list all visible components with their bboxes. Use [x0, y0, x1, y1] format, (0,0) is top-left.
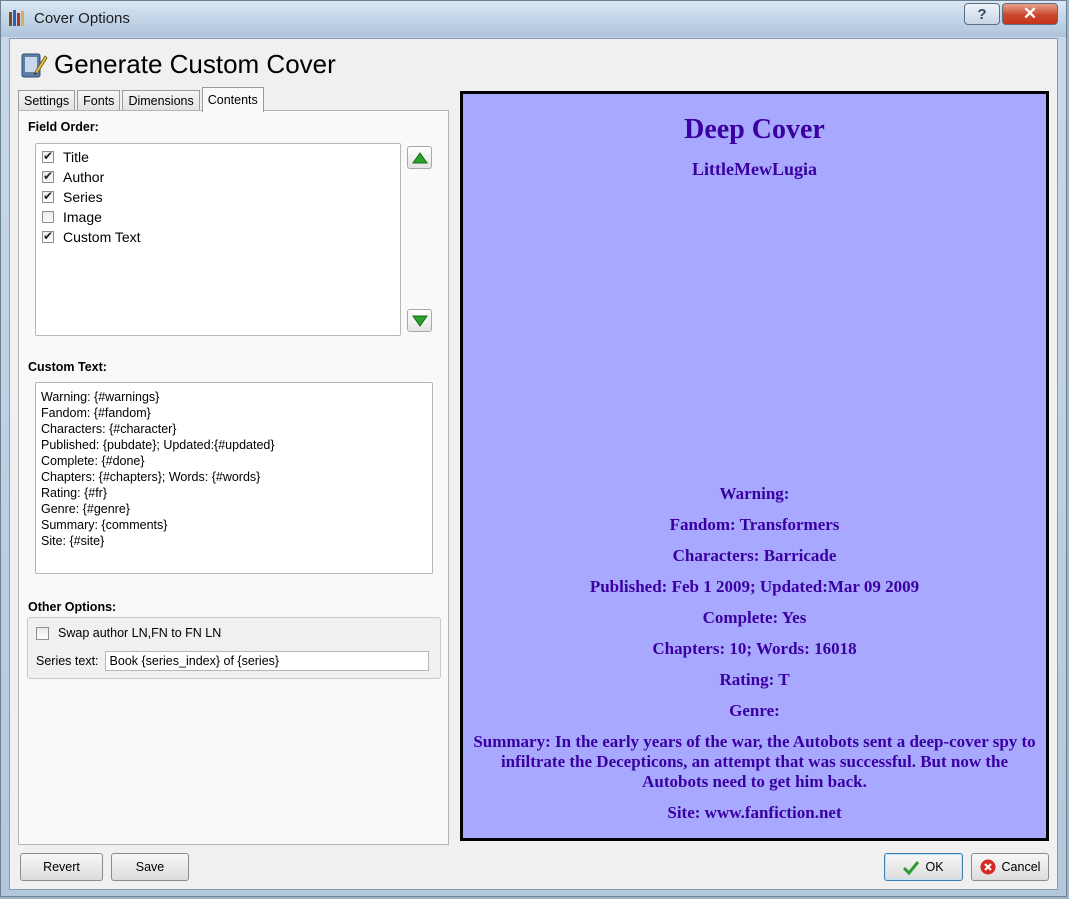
cancel-button[interactable]: Cancel: [971, 853, 1049, 881]
field-label: Author: [63, 169, 105, 185]
list-item[interactable]: Image: [36, 207, 400, 227]
arrow-down-icon: [411, 315, 428, 327]
checkmark-icon: [903, 861, 920, 875]
tab-contents[interactable]: Contents: [201, 87, 264, 112]
custom-text-line: Site: {#site}: [41, 534, 105, 548]
preview-line: Published: Feb 1 2009; Updated:Mar 09 20…: [589, 577, 920, 596]
custom-text-line: Fandom: {#fandom}: [41, 406, 151, 420]
preview-author: LittleMewLugia: [692, 159, 817, 179]
custom-text-line: Genre: {#genre}: [41, 502, 130, 516]
custom-text-editor[interactable]: Warning: {#warnings} Fandom: {#fandom} C…: [35, 382, 433, 574]
custom-text-line: Summary: {comments}: [41, 518, 168, 532]
preview-line: Rating: T: [719, 670, 790, 689]
move-down-button[interactable]: [407, 309, 432, 332]
series-text-label: Series text:: [36, 654, 99, 668]
preview-line: Characters: Barricade: [672, 546, 837, 565]
swap-author-checkbox[interactable]: [36, 626, 49, 640]
title-bar[interactable]: Cover Options ? ✕: [1, 1, 1066, 37]
page-title: Generate Custom Cover: [54, 49, 336, 79]
series-text-input[interactable]: Book {series_index} of {series}: [104, 651, 429, 671]
field-order-label: Field Order:: [28, 120, 99, 134]
save-button-label: Save: [135, 860, 165, 874]
help-button[interactable]: ?: [964, 3, 1000, 25]
custom-text-label: Custom Text:: [28, 360, 107, 374]
series-text-row: Series text: Book {series_index} of {ser…: [36, 651, 429, 671]
preview-line: Genre:: [729, 701, 780, 720]
tab-settings[interactable]: Settings: [18, 90, 76, 111]
ok-button[interactable]: OK: [884, 853, 963, 881]
custom-text-checkbox[interactable]: [42, 229, 54, 243]
custom-text-line: Chapters: {#chapters}; Words: {#words}: [41, 470, 261, 484]
list-item[interactable]: Custom Text: [36, 227, 400, 247]
custom-text-line: Warning: {#warnings}: [41, 390, 160, 404]
revert-button-label: Revert: [43, 860, 80, 874]
arrow-up-icon: [411, 151, 428, 163]
tab-dimensions[interactable]: Dimensions: [122, 90, 200, 111]
list-item[interactable]: Title: [36, 147, 400, 167]
custom-text-line: Published: {pubdate}; Updated:{#updated}: [41, 438, 275, 452]
cancel-icon: [980, 859, 996, 875]
other-options-group: Swap author LN,FN to FN LN Series text: …: [27, 617, 441, 679]
custom-text-line: Characters: {#character}: [41, 422, 177, 436]
cover-preview: Deep Cover LittleMewLugia Warning: Fando…: [460, 91, 1049, 841]
swap-author-label: Swap author LN,FN to FN LN: [58, 626, 222, 640]
title-checkbox[interactable]: [42, 149, 54, 163]
swap-author-option[interactable]: Swap author LN,FN to FN LN: [36, 626, 221, 640]
window-title: Cover Options: [34, 10, 130, 27]
other-options-label: Other Options:: [28, 600, 117, 614]
preview-line: Fandom: Transformers: [669, 515, 840, 534]
list-item[interactable]: Author: [36, 167, 400, 187]
preview-line: Warning:: [719, 484, 790, 503]
image-checkbox[interactable]: [42, 211, 54, 223]
cover-edit-icon: [21, 53, 48, 77]
save-button[interactable]: Save: [111, 853, 189, 881]
preview-line: Site: www.fanfiction.net: [667, 803, 842, 822]
library-books-icon: [9, 10, 24, 26]
cover-options-window: Cover Options ? ✕ Generate Custom Cover …: [0, 0, 1067, 897]
field-label: Custom Text: [63, 229, 141, 245]
series-checkbox[interactable]: [42, 189, 54, 203]
field-label: Image: [63, 209, 102, 225]
preview-line: Chapters: 10; Words: 16018: [652, 639, 857, 658]
custom-text-line: Rating: {#fr}: [41, 486, 108, 500]
close-window-button[interactable]: ✕: [1002, 3, 1058, 25]
dialog-heading: Generate Custom Cover: [20, 49, 336, 80]
move-up-button[interactable]: [407, 146, 432, 169]
ok-button-label: OK: [925, 860, 944, 874]
dialog-body: Generate Custom Cover Settings Fonts Dim…: [9, 38, 1058, 890]
preview-custom-text: Warning: Fandom: Transformers Characters…: [471, 484, 1038, 834]
field-label: Series: [63, 189, 103, 205]
list-item[interactable]: Series: [36, 187, 400, 207]
preview-title: Deep Cover: [684, 114, 825, 145]
contents-panel: Field Order: Title Author Series Image C…: [18, 110, 449, 845]
tab-fonts[interactable]: Fonts: [77, 90, 121, 111]
custom-text-line: Complete: {#done}: [41, 454, 145, 468]
author-checkbox[interactable]: [42, 169, 54, 183]
preview-line: Complete: Yes: [702, 608, 807, 627]
tab-bar: Settings Fonts Dimensions Contents: [18, 87, 266, 112]
field-order-list[interactable]: Title Author Series Image Custom Text: [35, 143, 401, 336]
revert-button[interactable]: Revert: [20, 853, 103, 881]
field-label: Title: [63, 149, 89, 165]
cancel-button-label: Cancel: [1001, 860, 1041, 874]
preview-line: Summary: In the early years of the war, …: [473, 732, 1036, 791]
